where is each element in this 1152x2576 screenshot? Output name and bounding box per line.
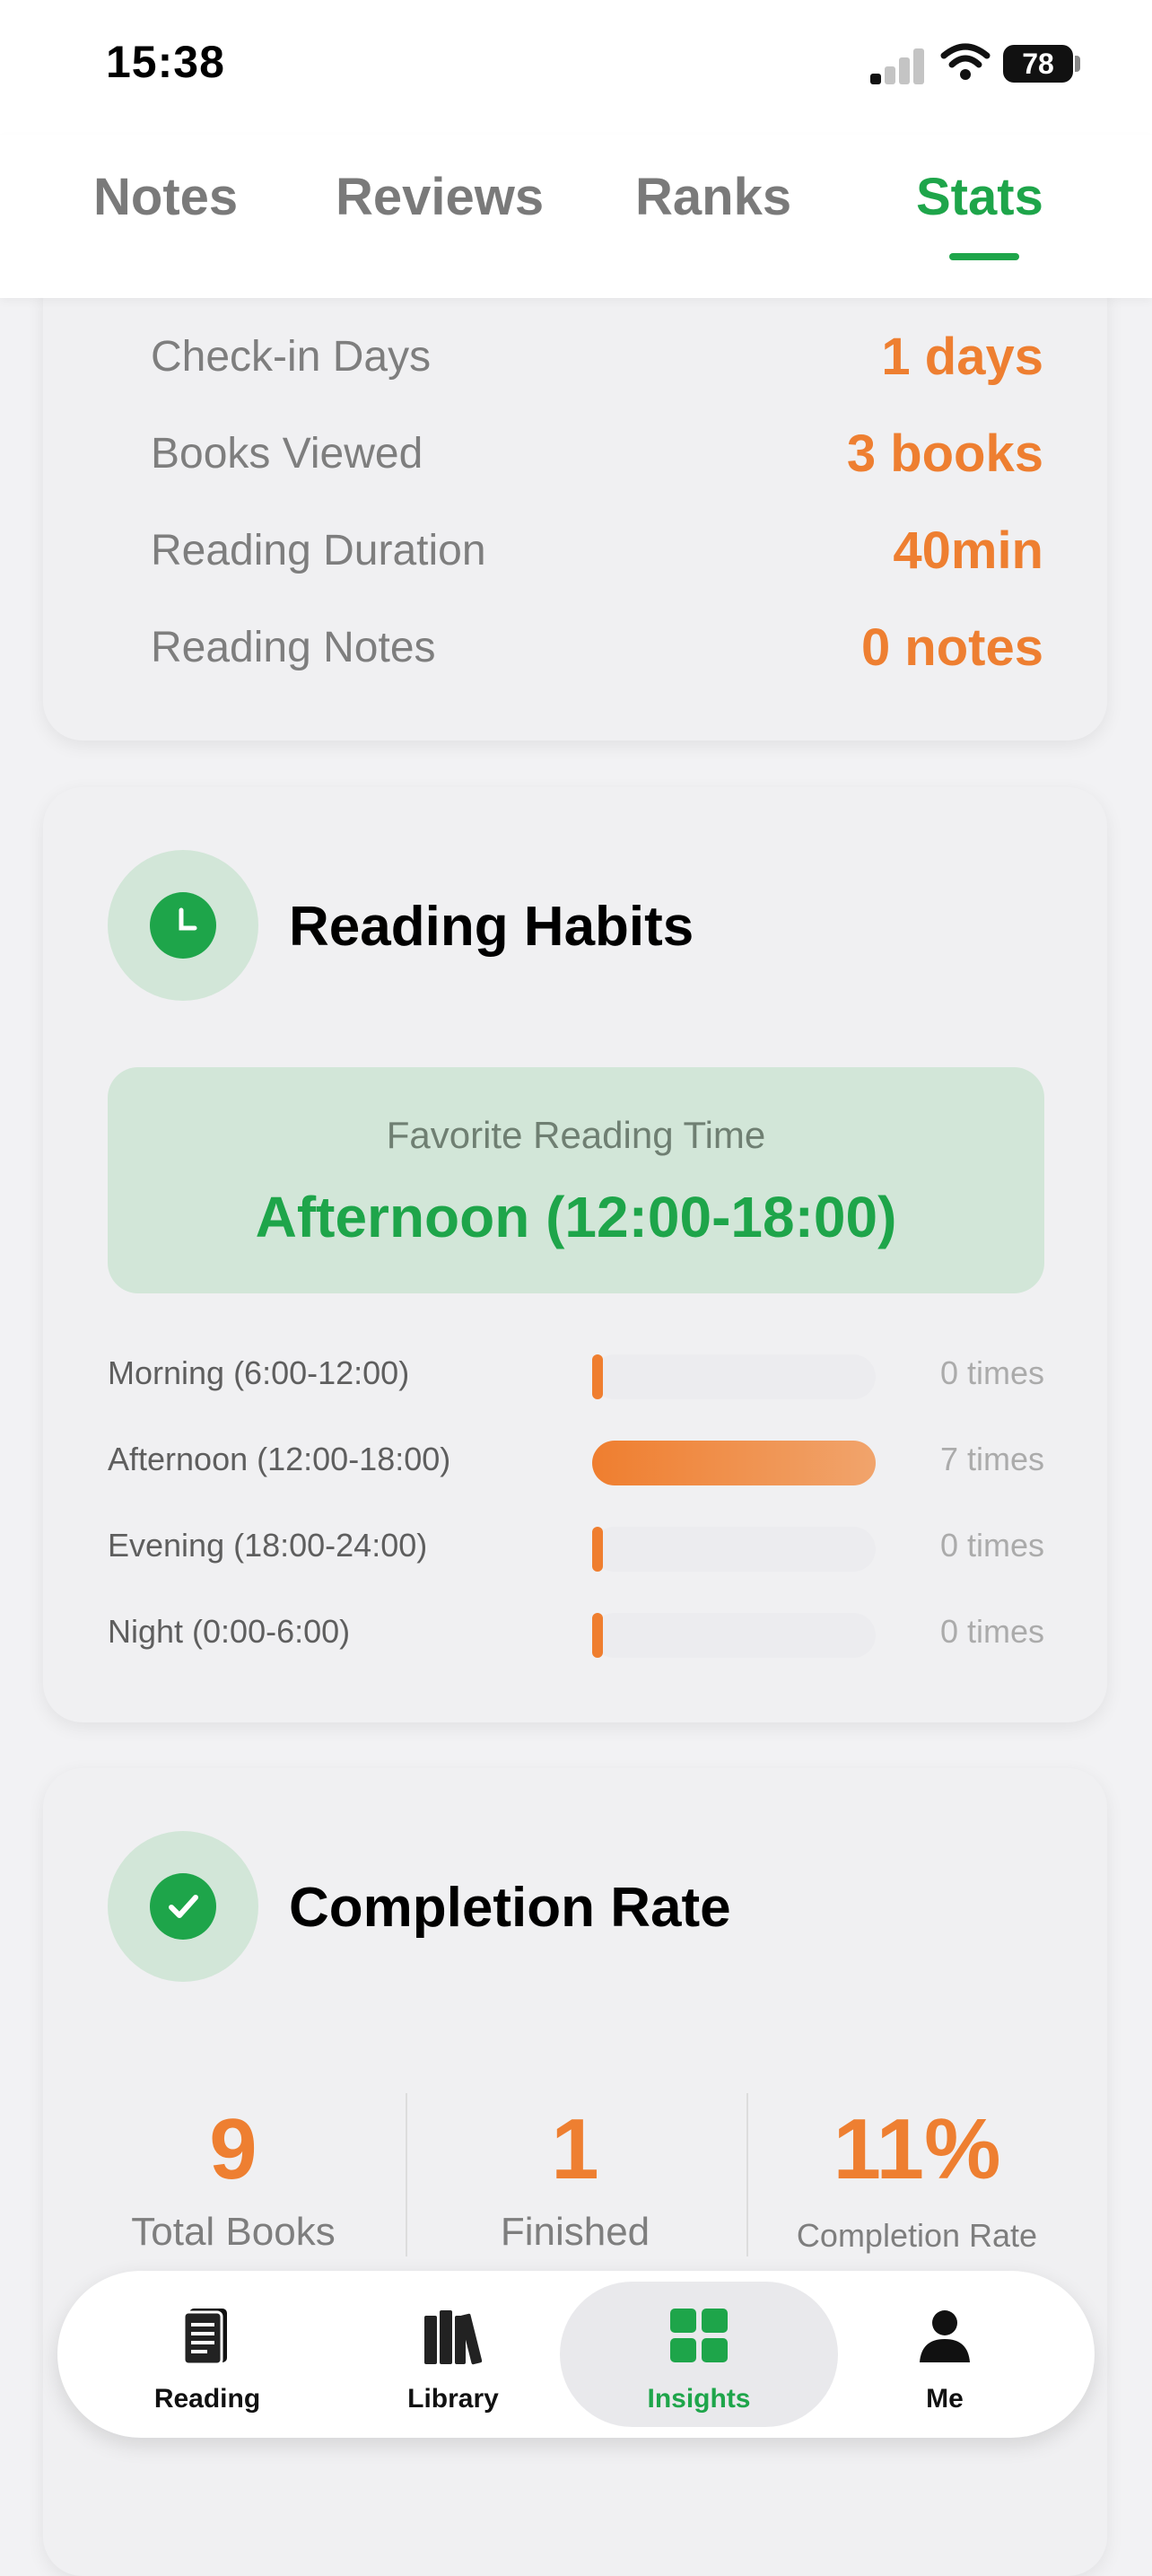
nav-item-reading[interactable]: Reading <box>73 2271 342 2438</box>
nav-label: Library <box>407 2384 499 2414</box>
habit-track <box>592 1527 876 1572</box>
habit-track <box>592 1613 876 1658</box>
stat-value: 0 notes <box>860 618 1043 677</box>
habit-row-morning: Morning (6:00-12:00) 0 times <box>108 1351 1044 1405</box>
stat-value: 1 days <box>881 328 1043 386</box>
status-time: 15:38 <box>106 37 225 87</box>
completion-rate-stat: 11% Completion Rate <box>746 2100 1087 2262</box>
stat-row-books-viewed: Books Viewed 3 books <box>151 425 1043 492</box>
favorite-value: Afternoon (12:00-18:00) <box>255 1185 897 1249</box>
completion-rate-label: Completion Rate <box>796 2217 1038 2254</box>
nav-item-me[interactable]: Me <box>810 2271 1079 2438</box>
habit-label: Night (0:00-6:00) <box>108 1613 351 1650</box>
finished-stat: 1 Finished <box>405 2100 746 2262</box>
cellular-signal-icon <box>870 47 926 84</box>
clock-icon-badge <box>108 850 258 1001</box>
completion-rate-value: 11% <box>833 2101 1001 2197</box>
grid-icon <box>670 2309 728 2362</box>
stat-label: Books Viewed <box>151 430 423 478</box>
completion-rate-card: Completion Rate 9 Total Books 1 Finished… <box>43 1768 1107 2576</box>
nav-item-library[interactable]: Library <box>319 2271 588 2438</box>
habit-times: 0 times <box>939 1527 1044 1564</box>
person-icon <box>920 2310 970 2362</box>
habit-row-afternoon: Afternoon (12:00-18:00) 7 times <box>108 1437 1044 1491</box>
checkmark-icon <box>150 1873 216 1940</box>
total-books-label: Total Books <box>131 2210 336 2254</box>
habit-track <box>592 1441 876 1485</box>
stat-label: Check-in Days <box>151 333 432 381</box>
habit-bar <box>592 1441 876 1485</box>
habit-row-evening: Evening (18:00-24:00) 0 times <box>108 1523 1044 1577</box>
stat-label: Reading Notes <box>151 624 436 671</box>
habit-label: Afternoon (12:00-18:00) <box>108 1441 451 1477</box>
nav-label: Me <box>926 2384 964 2414</box>
battery-icon: 78 <box>1003 45 1073 83</box>
stat-row-notes: Reading Notes 0 notes <box>151 618 1043 686</box>
total-books-stat: 9 Total Books <box>63 2100 404 2262</box>
summary-card: Check-in Days 1 days Books Viewed 3 book… <box>43 260 1107 740</box>
active-tab-indicator <box>949 253 1019 260</box>
status-bar: 15:38 78 <box>0 0 1152 135</box>
wifi-icon <box>940 43 991 80</box>
habit-row-night: Night (0:00-6:00) 0 times <box>108 1609 1044 1663</box>
habit-bar <box>592 1613 603 1658</box>
bottom-nav-bar: Reading Library Insights Me <box>57 2271 1095 2438</box>
finished-label: Finished <box>500 2210 650 2254</box>
bookshelf-icon <box>424 2310 483 2365</box>
stat-row-checkin: Check-in Days 1 days <box>151 328 1043 395</box>
stat-value: 40min <box>893 521 1043 580</box>
habit-times: 0 times <box>939 1354 1044 1391</box>
tab-notes[interactable]: Notes <box>93 167 238 227</box>
clock-icon <box>150 892 216 959</box>
tab-stats[interactable]: Stats <box>916 167 1043 227</box>
habit-times: 7 times <box>939 1441 1044 1477</box>
stat-row-duration: Reading Duration 40min <box>151 521 1043 589</box>
habit-track <box>592 1354 876 1399</box>
habit-times: 0 times <box>939 1613 1044 1650</box>
top-tab-bar: Notes Reviews Ranks Stats <box>0 135 1152 298</box>
finished-value: 1 <box>551 2101 599 2197</box>
tab-ranks[interactable]: Ranks <box>635 167 791 227</box>
nav-item-insights[interactable]: Insights <box>560 2282 838 2427</box>
habit-label: Evening (18:00-24:00) <box>108 1527 428 1564</box>
battery-cap <box>1075 56 1080 72</box>
habit-label: Morning (6:00-12:00) <box>108 1354 410 1391</box>
favorite-label: Favorite Reading Time <box>386 1114 766 1156</box>
habit-bar <box>592 1354 603 1399</box>
reading-habits-card: Reading Habits Favorite Reading Time Aft… <box>43 787 1107 1722</box>
card-title: Completion Rate <box>289 1877 731 1939</box>
checkmark-icon-badge <box>108 1831 258 1982</box>
favorite-reading-time-box: Favorite Reading Time Afternoon (12:00-1… <box>108 1067 1044 1293</box>
stat-label: Reading Duration <box>151 527 486 574</box>
habit-bar <box>592 1527 603 1572</box>
nav-label: Reading <box>153 2384 261 2414</box>
book-icon <box>182 2309 227 2366</box>
card-title: Reading Habits <box>289 896 694 958</box>
total-books-value: 9 <box>209 2101 257 2197</box>
stat-value: 3 books <box>846 425 1043 483</box>
tab-reviews[interactable]: Reviews <box>336 167 544 227</box>
nav-label: Insights <box>647 2384 751 2414</box>
